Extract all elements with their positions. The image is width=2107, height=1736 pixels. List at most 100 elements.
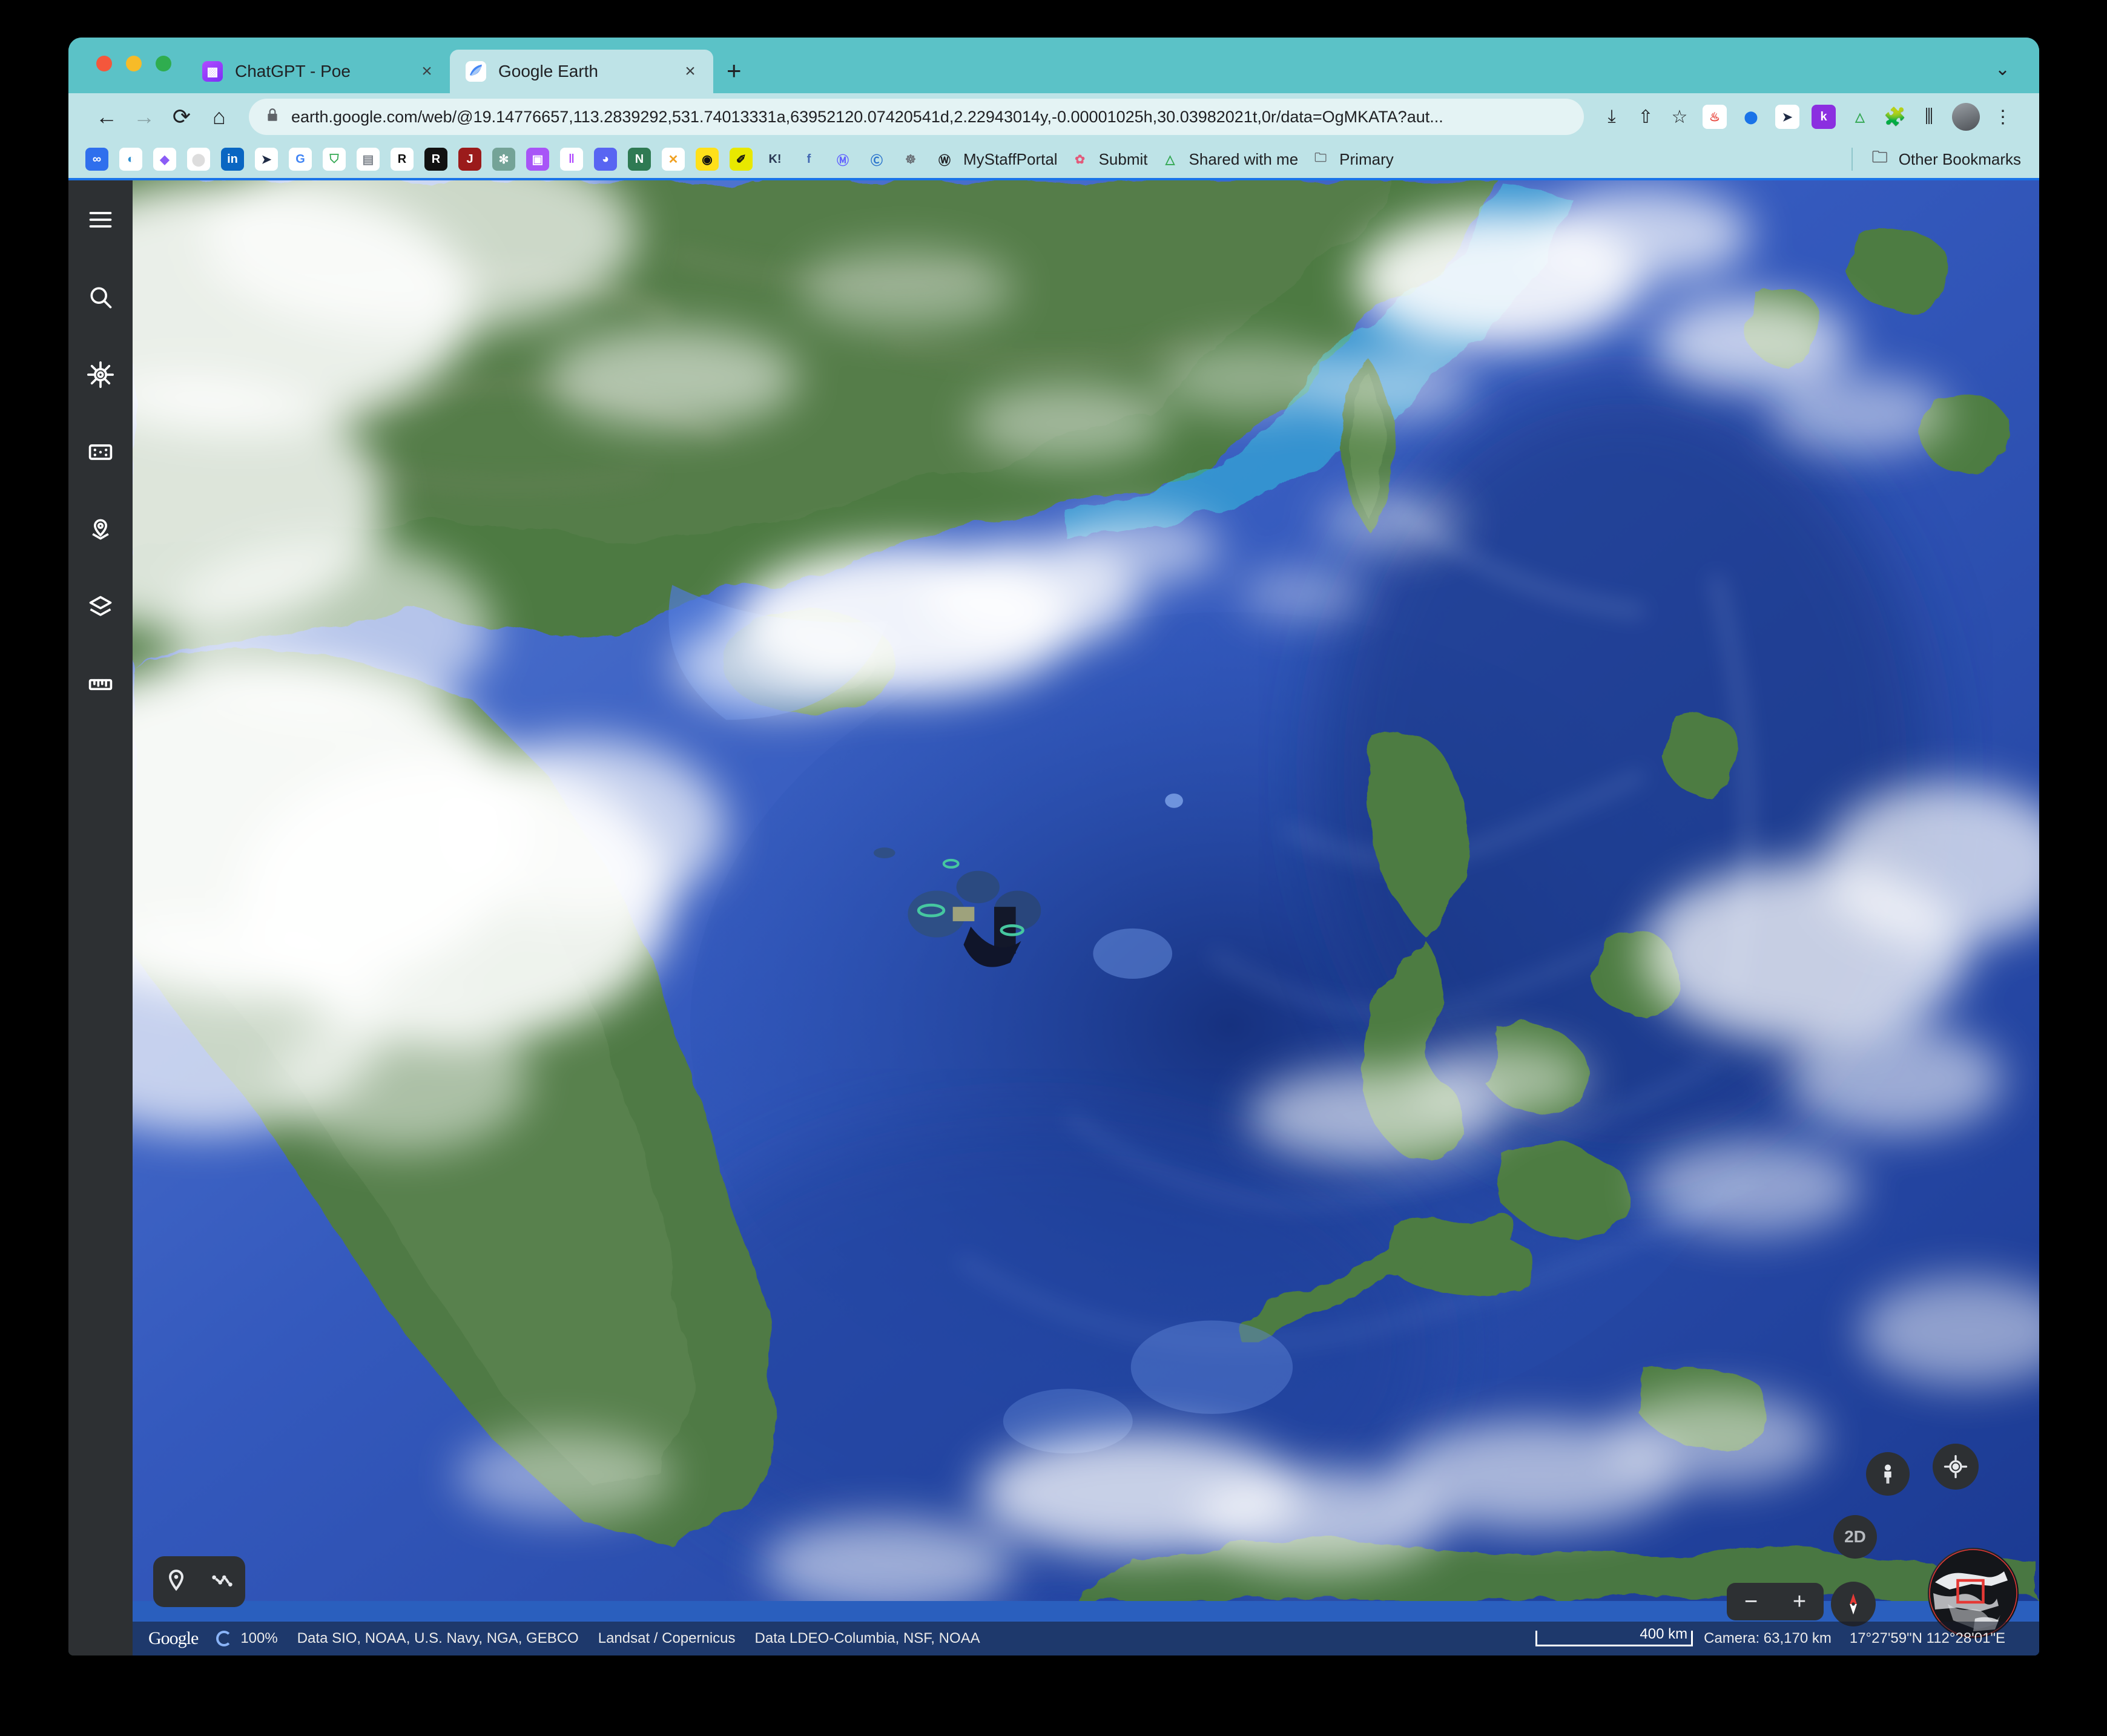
sidebar-item-layers[interactable] — [77, 584, 124, 631]
download-icon[interactable]: ⤓ — [1595, 100, 1629, 134]
blue-dot-extension-icon[interactable]: ⬤ — [1739, 105, 1763, 129]
excalidraw-icon: ✕ — [662, 148, 685, 171]
scale-bar: 400 km — [1535, 1626, 1693, 1646]
facebook-f-icon: f — [797, 148, 820, 171]
bookmark-item[interactable]: ⛉ — [323, 148, 346, 171]
zoom-in-button[interactable]: + — [1793, 1589, 1806, 1615]
bookmark-item[interactable]: ▤ — [357, 148, 380, 171]
zoom-out-button[interactable]: − — [1744, 1589, 1758, 1615]
bookmark-item[interactable]: N — [628, 148, 651, 171]
bookmark-item[interactable]: f — [797, 148, 820, 171]
linkedin-icon: in — [221, 148, 244, 171]
robot-icon: ⛉ — [323, 148, 346, 171]
sidebar-item-im-feeling-lucky[interactable] — [77, 429, 124, 476]
bookmark-item[interactable]: ✐ — [730, 148, 753, 171]
bookmark-item[interactable]: ‖ — [560, 148, 583, 171]
google-translate-icon: G — [289, 148, 312, 171]
my-location-button[interactable] — [1933, 1444, 1979, 1490]
sidebar-item-measure[interactable] — [77, 661, 124, 708]
forward-button[interactable]: → — [125, 98, 163, 136]
earth-map-canvas[interactable]: 2D − + Google 100% Data SIO, NOAA, U.S. … — [133, 180, 2039, 1655]
lock-icon — [265, 107, 280, 127]
bookmark-item[interactable]: K! — [763, 148, 786, 171]
google-drive-icon: △ — [1158, 148, 1182, 171]
attribution-2: Landsat / Copernicus — [598, 1630, 736, 1646]
draw-path-icon[interactable] — [210, 1568, 234, 1596]
bookmark-item[interactable]: ⬤ — [187, 148, 210, 171]
back-button[interactable]: ← — [88, 98, 125, 136]
bookmark-item[interactable]: Ⓒ — [865, 148, 888, 171]
close-icon[interactable]: × — [679, 61, 701, 82]
bookmarks-bar: ∞ ◐ ◆ ⬤ in ➤ G ⛉ ▤ R R J ✻ ▣ ‖ ◕ N ✕ ◉ ✐ K! f Ⓜ Ⓒ ☸ Ⓦ MyStaffPorta… — [68, 140, 2039, 178]
attribution-3: Data LDEO-Columbia, NSF, NOAA — [754, 1630, 980, 1646]
bookmark-star-icon[interactable]: ☆ — [1663, 100, 1696, 134]
fire-extension-icon[interactable]: ♨ — [1703, 105, 1727, 129]
minimize-window-button[interactable] — [126, 56, 142, 71]
bookmark-item[interactable]: ∞ — [85, 148, 108, 171]
postman-icon: ➤ — [255, 148, 278, 171]
bookmark-item[interactable]: R — [391, 148, 414, 171]
other-bookmarks-button[interactable]: 🗀 Other Bookmarks — [1851, 148, 2021, 171]
new-tab-button[interactable]: + — [727, 58, 742, 84]
sidebar-item-search[interactable] — [77, 274, 124, 321]
other-bookmarks-label: Other Bookmarks — [1898, 150, 2021, 168]
puzzle-extensions-icon[interactable]: 🧩 — [1878, 100, 1912, 134]
submit-flower-icon: ✿ — [1068, 148, 1092, 171]
poe-icon: ▣ — [526, 148, 549, 171]
tab-chatgpt-poe[interactable]: ▩ ChatGPT - Poe × — [186, 50, 450, 93]
bookmark-item[interactable]: R — [424, 148, 447, 171]
bookmark-item[interactable]: ◐ — [119, 148, 142, 171]
folder-icon: 🗀 — [1309, 148, 1333, 171]
sidebar-item-menu[interactable] — [77, 196, 124, 243]
add-placemark-icon[interactable] — [164, 1568, 188, 1596]
address-bar[interactable]: earth.google.com/web/@19.14776657,113.28… — [249, 99, 1584, 135]
postman-extension-icon[interactable]: ➤ — [1775, 105, 1799, 129]
bookmark-item[interactable]: △ Shared with me — [1158, 148, 1298, 171]
maximize-window-button[interactable] — [156, 56, 171, 71]
chevron-down-icon[interactable]: ⌄ — [1995, 59, 2010, 80]
bookmark-item[interactable]: ◕ — [594, 148, 617, 171]
bookmark-item[interactable]: Ⓦ MyStaffPortal — [933, 148, 1058, 171]
compass-button[interactable] — [1831, 1582, 1876, 1626]
close-icon[interactable]: × — [416, 61, 438, 82]
map-draw-tools — [153, 1556, 245, 1607]
bookmark-list: ∞ ◐ ◆ ⬤ in ➤ G ⛉ ▤ R R J ✻ ▣ ‖ ◕ N ✕ ◉ ✐ K! f Ⓜ Ⓒ ☸ Ⓦ MyStaffPorta… — [85, 148, 1405, 171]
bookmark-item[interactable]: ➤ — [255, 148, 278, 171]
tab-google-earth[interactable]: Google Earth × — [450, 50, 713, 93]
tab-label: ChatGPT - Poe — [235, 62, 351, 81]
bookmark-item[interactable]: 🗀 Primary — [1309, 148, 1394, 171]
share-icon[interactable]: ⇧ — [1629, 100, 1663, 134]
bookmark-item[interactable]: ✿ Submit — [1068, 148, 1148, 171]
reload-button[interactable]: ⟳ — [163, 98, 200, 136]
bookmark-item[interactable]: ☸ — [899, 148, 922, 171]
mastodon-icon: Ⓜ — [831, 148, 854, 171]
toggle-2d-button[interactable]: 2D — [1833, 1515, 1877, 1559]
home-button[interactable]: ⌂ — [200, 98, 238, 136]
browser-window: ▩ ChatGPT - Poe × Google Earth × + ⌄ ← →… — [68, 38, 2039, 1655]
mailchimp-icon: ◉ — [696, 148, 719, 171]
bookmark-item[interactable]: J — [458, 148, 481, 171]
side-panel-icon[interactable]: ⫼ — [1912, 100, 1946, 134]
scale-label: 400 km — [1640, 1626, 1688, 1642]
kebab-menu-icon[interactable]: ⋮ — [1986, 100, 2020, 134]
bookmark-item[interactable]: ◆ — [153, 148, 176, 171]
bookmark-item[interactable]: G — [289, 148, 312, 171]
feather-icon: ✐ — [730, 148, 753, 171]
bookmark-item[interactable]: Ⓜ — [831, 148, 854, 171]
sidebar-item-voyager[interactable] — [77, 351, 124, 398]
bookmark-item[interactable]: in — [221, 148, 244, 171]
bookmark-item[interactable]: ▣ — [526, 148, 549, 171]
bookmark-item[interactable]: ✻ — [492, 148, 515, 171]
pegman-street-view-button[interactable] — [1866, 1452, 1910, 1496]
bookmark-label: Primary — [1339, 150, 1394, 168]
kagi-extension-icon[interactable]: k — [1812, 105, 1836, 129]
google-earth-app: 2D − + Google 100% Data SIO, NOAA, U.S. … — [68, 178, 2039, 1655]
profile-avatar[interactable] — [1952, 103, 1980, 131]
google-drive-extension-icon[interactable]: △ — [1848, 105, 1872, 129]
sidebar-item-projects[interactable] — [77, 506, 124, 553]
zoom-controls: − + — [1727, 1583, 1824, 1620]
close-window-button[interactable] — [96, 56, 112, 71]
notion-icon: N — [628, 148, 651, 171]
bookmark-item[interactable]: ◉ — [696, 148, 719, 171]
bookmark-item[interactable]: ✕ — [662, 148, 685, 171]
